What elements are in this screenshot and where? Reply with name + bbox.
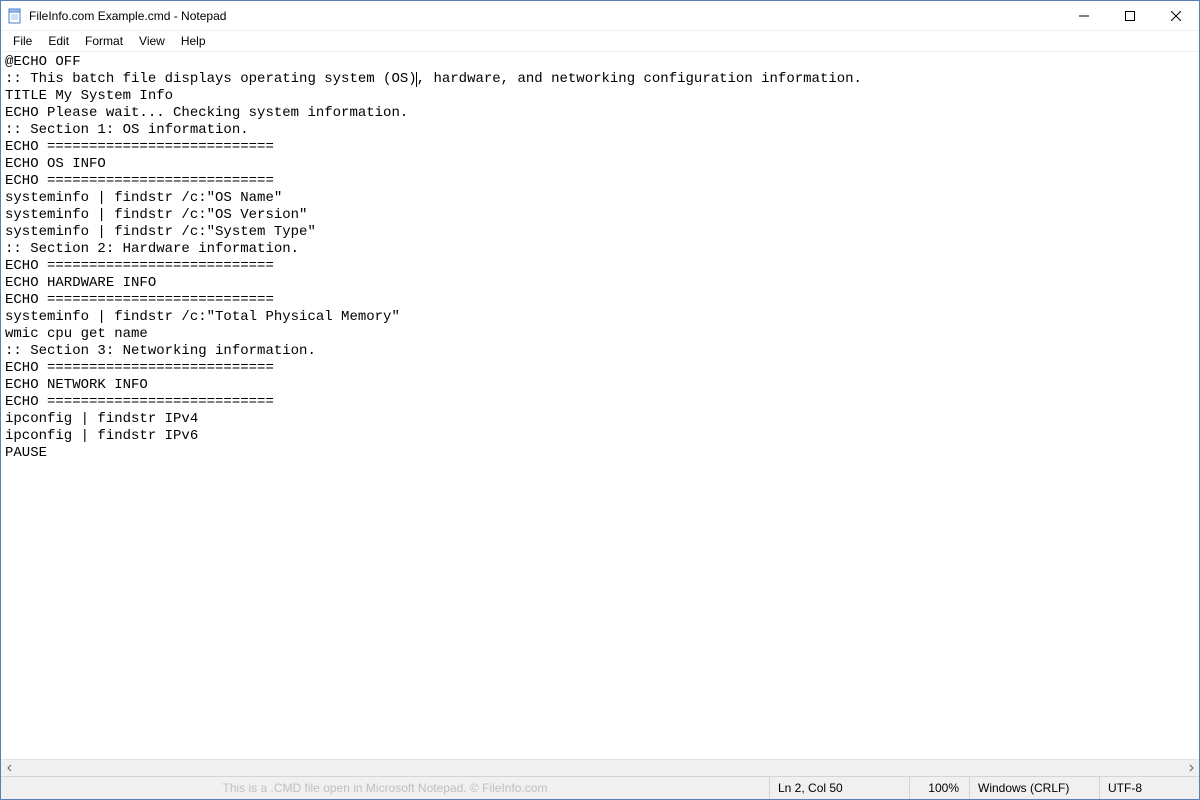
window-title: FileInfo.com Example.cmd - Notepad [29, 9, 226, 23]
status-cursor-position: Ln 2, Col 50 [769, 777, 909, 799]
menu-file[interactable]: File [5, 32, 40, 50]
status-zoom-level: 100% [909, 777, 969, 799]
close-button[interactable] [1153, 1, 1199, 30]
statusbar: This is a .CMD file open in Microsoft No… [1, 776, 1199, 799]
status-watermark: This is a .CMD file open in Microsoft No… [1, 777, 769, 799]
editor-text-pre-caret: @ECHO OFF :: This batch file displays op… [5, 54, 417, 87]
titlebar: FileInfo.com Example.cmd - Notepad [1, 1, 1199, 31]
status-encoding: UTF-8 [1099, 777, 1199, 799]
minimize-button[interactable] [1061, 1, 1107, 30]
menu-view[interactable]: View [131, 32, 173, 50]
menu-format[interactable]: Format [77, 32, 131, 50]
editor-text-post-caret: , hardware, and networking configuration… [5, 71, 862, 461]
menu-help[interactable]: Help [173, 32, 214, 50]
scroll-left-arrow-icon[interactable] [1, 760, 18, 777]
maximize-button[interactable] [1107, 1, 1153, 30]
editor-area: @ECHO OFF :: This batch file displays op… [1, 52, 1199, 759]
horizontal-scrollbar[interactable] [1, 759, 1199, 776]
notepad-app-icon [7, 8, 23, 24]
window-controls [1061, 1, 1199, 30]
notepad-window: FileInfo.com Example.cmd - Notepad File … [0, 0, 1200, 800]
status-line-ending: Windows (CRLF) [969, 777, 1099, 799]
menu-edit[interactable]: Edit [40, 32, 77, 50]
scroll-right-arrow-icon[interactable] [1182, 760, 1199, 777]
text-editor[interactable]: @ECHO OFF :: This batch file displays op… [1, 52, 1199, 759]
menubar: File Edit Format View Help [1, 31, 1199, 52]
